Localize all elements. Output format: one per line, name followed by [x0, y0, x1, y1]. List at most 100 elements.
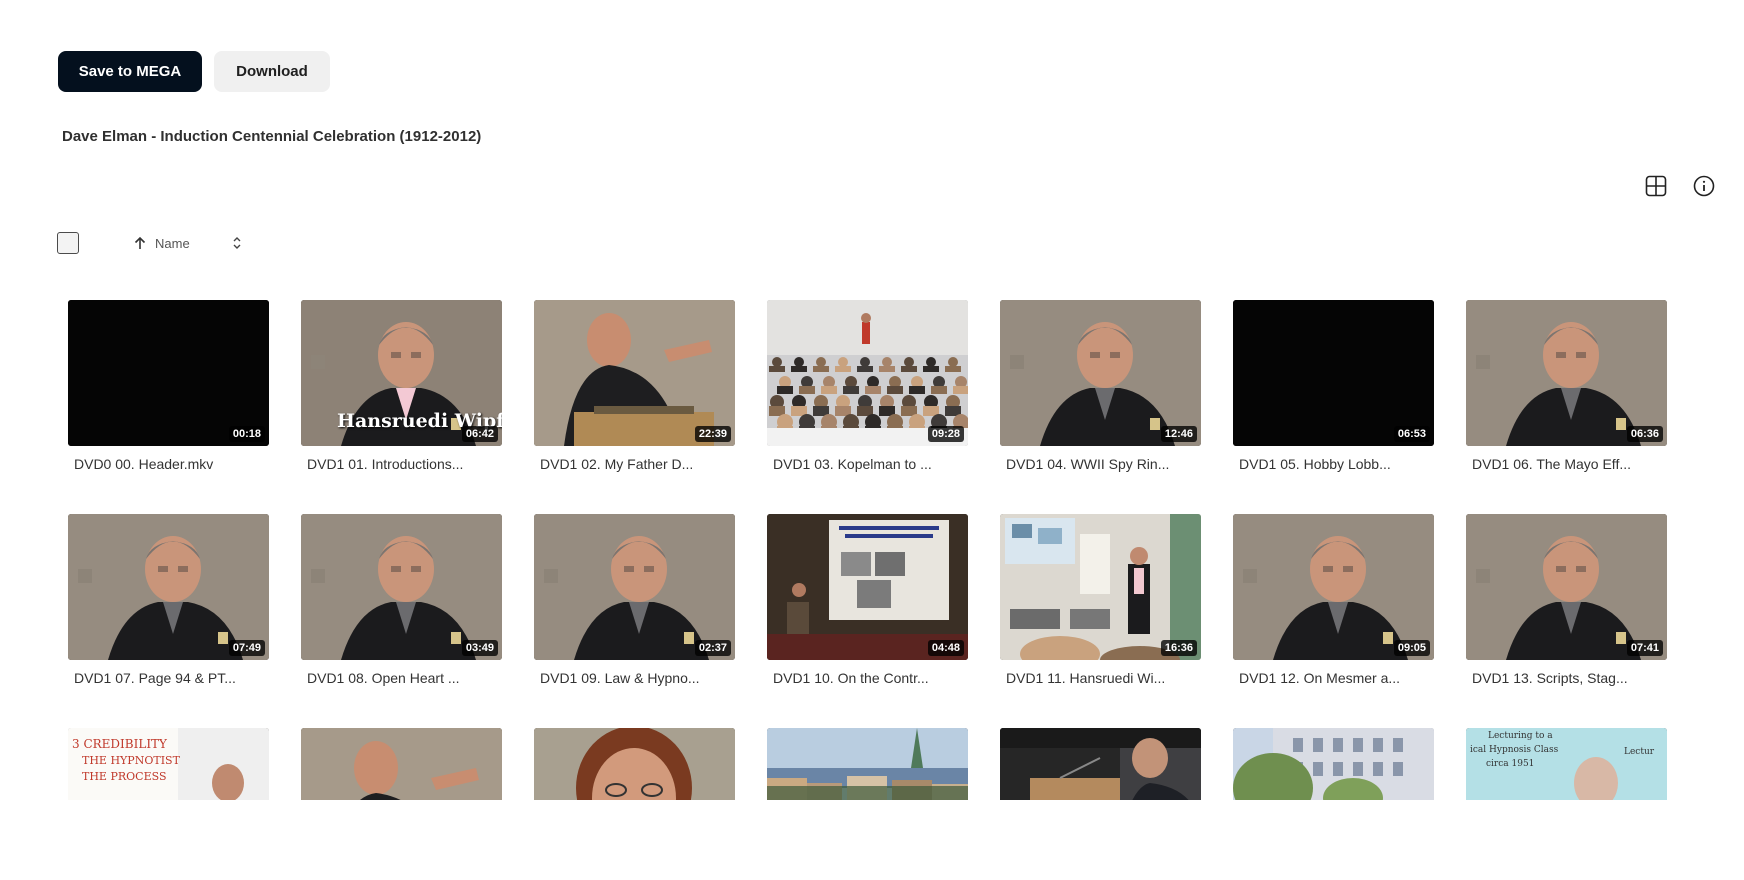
file-tile[interactable]: 03:49 DVD1 08. Open Heart ...	[301, 514, 502, 686]
file-tile[interactable]: 22:39 DVD1 02. My Father D...	[534, 300, 735, 472]
file-tile[interactable]: Hansruedi Wipf 06:42 DVD1 01. Introduction…	[301, 300, 502, 472]
file-tile[interactable]	[1000, 728, 1201, 800]
video-thumbnail[interactable]: 04:48	[767, 514, 968, 660]
svg-text:circa 1951: circa 1951	[1486, 759, 1534, 769]
thumbnail-image	[534, 300, 735, 446]
thumbnail-image	[68, 514, 269, 660]
duration-badge: 16:36	[1160, 640, 1197, 656]
file-name: DVD1 13. Scripts, Stag...	[1472, 670, 1628, 686]
video-thumbnail[interactable]	[1000, 728, 1201, 800]
video-thumbnail[interactable]: 07:49	[68, 514, 269, 660]
info-icon[interactable]	[1692, 174, 1716, 198]
file-tile[interactable]: 09:28 DVD1 03. Kopelman to ...	[767, 300, 968, 472]
duration-badge: 07:49	[228, 640, 265, 656]
file-tile[interactable]: 12:46 DVD1 04. WWII Spy Rin...	[1000, 300, 1201, 472]
file-tile[interactable]: 02:37 DVD1 09. Law & Hypno...	[534, 514, 735, 686]
file-name: DVD0 00. Header.mkv	[74, 456, 214, 472]
save-to-mega-button[interactable]: Save to MEGA	[58, 51, 202, 92]
video-thumbnail[interactable]: 12:46	[1000, 300, 1201, 446]
thumbnail-image	[767, 514, 968, 660]
file-tile[interactable]: 3 CREDIBILITY THE HYPNOTIST THE PROCESS	[68, 728, 269, 800]
sort-name-label[interactable]: Name	[155, 236, 190, 251]
file-tile[interactable]: 09:05 DVD1 12. On Mesmer a...	[1233, 514, 1434, 686]
file-tile[interactable]: 04:48 DVD1 10. On the Contr...	[767, 514, 968, 686]
file-name: DVD1 01. Introductions...	[307, 456, 464, 472]
video-thumbnail[interactable]: 00:18	[68, 300, 269, 446]
video-thumbnail[interactable]: 06:53	[1233, 300, 1434, 446]
file-name: DVD1 08. Open Heart ...	[307, 670, 460, 686]
download-button[interactable]: Download	[214, 51, 330, 92]
chevron-up-down-icon[interactable]	[230, 235, 244, 251]
file-tile[interactable]: 07:49 DVD1 07. Page 94 & PT...	[68, 514, 269, 686]
sort-arrow-up-icon[interactable]	[133, 236, 147, 250]
video-thumbnail[interactable]: 3 CREDIBILITY THE HYPNOTIST THE PROCESS	[68, 728, 269, 800]
video-thumbnail[interactable]: 09:05	[1233, 514, 1434, 660]
file-name: DVD1 03. Kopelman to ...	[773, 456, 932, 472]
video-thumbnail[interactable]	[301, 728, 502, 800]
file-tile[interactable]: EXECUTIVE PRODUCERS	[767, 728, 968, 800]
thumbnail-image	[301, 728, 502, 800]
video-thumbnail[interactable]	[1233, 728, 1434, 800]
video-thumbnail[interactable]: 22:39	[534, 300, 735, 446]
file-tile[interactable]: 07:41 DVD1 13. Scripts, Stag...	[1466, 514, 1667, 686]
grid-view-icon[interactable]	[1644, 174, 1668, 198]
duration-badge: 09:28	[927, 426, 964, 442]
video-thumbnail[interactable]: 16:36	[1000, 514, 1201, 660]
thumbnail-image	[301, 514, 502, 660]
duration-badge: 09:05	[1393, 640, 1430, 656]
file-tile[interactable]: 06:36 DVD1 06. The Mayo Eff...	[1466, 300, 1667, 472]
svg-text:Lecturing to a: Lecturing to a	[1488, 731, 1553, 741]
file-name: DVD1 11. Hansruedi Wi...	[1006, 670, 1166, 686]
duration-badge: 04:48	[927, 640, 964, 656]
file-tile[interactable]	[1233, 728, 1434, 800]
file-tile[interactable]	[301, 728, 502, 800]
file-name: DVD1 02. My Father D...	[540, 456, 694, 472]
thumbnail-image: 3 CREDIBILITY THE HYPNOTIST THE PROCESS	[68, 728, 269, 800]
video-thumbnail[interactable]: 03:49	[301, 514, 502, 660]
svg-text:THE PROCESS: THE PROCESS	[82, 770, 166, 783]
thumbnail-image	[1000, 514, 1201, 660]
video-thumbnail[interactable]	[534, 728, 735, 800]
thumbnail-image	[534, 514, 735, 660]
file-tile[interactable]: 00:18 DVD0 00. Header.mkv	[68, 300, 269, 472]
svg-text:ical Hypnosis Class: ical Hypnosis Class	[1470, 745, 1559, 755]
thumbnail-image	[1233, 300, 1434, 446]
view-actions	[1644, 174, 1716, 198]
file-name: DVD1 12. On Mesmer a...	[1239, 670, 1401, 686]
svg-text:THE HYPNOTIST: THE HYPNOTIST	[82, 754, 181, 767]
thumbnail-image	[767, 300, 968, 446]
file-tile[interactable]: 06:53 DVD1 05. Hobby Lobb...	[1233, 300, 1434, 472]
video-thumbnail[interactable]: 09:28	[767, 300, 968, 446]
thumbnail-image	[1000, 728, 1201, 800]
video-thumbnail[interactable]: 07:41	[1466, 514, 1667, 660]
thumbnail-image	[1000, 300, 1201, 446]
file-grid-viewport: 00:18 DVD0 00. Header.mkv Hansruedi Wipf 0…	[0, 290, 1744, 800]
video-thumbnail[interactable]: EXECUTIVE PRODUCERS	[767, 728, 968, 800]
select-all-checkbox[interactable]	[57, 232, 79, 254]
file-tile[interactable]: 16:36 DVD1 11. Hansruedi Wi...	[1000, 514, 1201, 686]
video-thumbnail[interactable]: Hansruedi Wipf 06:42	[301, 300, 502, 446]
thumbnail-image	[767, 728, 968, 800]
file-name: DVD1 04. WWII Spy Rin...	[1006, 456, 1170, 472]
file-tile[interactable]: Lecturing to a ical Hypnosis Class circa…	[1466, 728, 1667, 800]
duration-badge: 07:41	[1626, 640, 1663, 656]
video-thumbnail[interactable]: 02:37	[534, 514, 735, 660]
thumbnail-image	[68, 300, 269, 446]
svg-text:Lectur: Lectur	[1624, 747, 1655, 757]
sort-bar: Name	[57, 232, 244, 254]
file-grid: 00:18 DVD0 00. Header.mkv Hansruedi Wipf 0…	[68, 300, 1667, 800]
file-tile[interactable]	[534, 728, 735, 800]
duration-badge: 22:39	[694, 426, 731, 442]
svg-text:3 CREDIBILITY: 3 CREDIBILITY	[72, 737, 168, 751]
thumbnail-image: Lecturing to a ical Hypnosis Class circa…	[1466, 728, 1667, 800]
file-name: DVD1 07. Page 94 & PT...	[74, 670, 236, 686]
video-thumbnail[interactable]: 06:36	[1466, 300, 1667, 446]
duration-badge: 06:42	[461, 426, 498, 442]
duration-badge: 06:53	[1393, 426, 1430, 442]
file-name: DVD1 05. Hobby Lobb...	[1239, 456, 1391, 472]
duration-badge: 02:37	[694, 640, 731, 656]
folder-title: Dave Elman - Induction Centennial Celebr…	[62, 128, 482, 145]
thumbnail-image	[1233, 728, 1434, 800]
video-thumbnail[interactable]: Lecturing to a ical Hypnosis Class circa…	[1466, 728, 1667, 800]
toolbar: Save to MEGA Download	[58, 51, 330, 92]
